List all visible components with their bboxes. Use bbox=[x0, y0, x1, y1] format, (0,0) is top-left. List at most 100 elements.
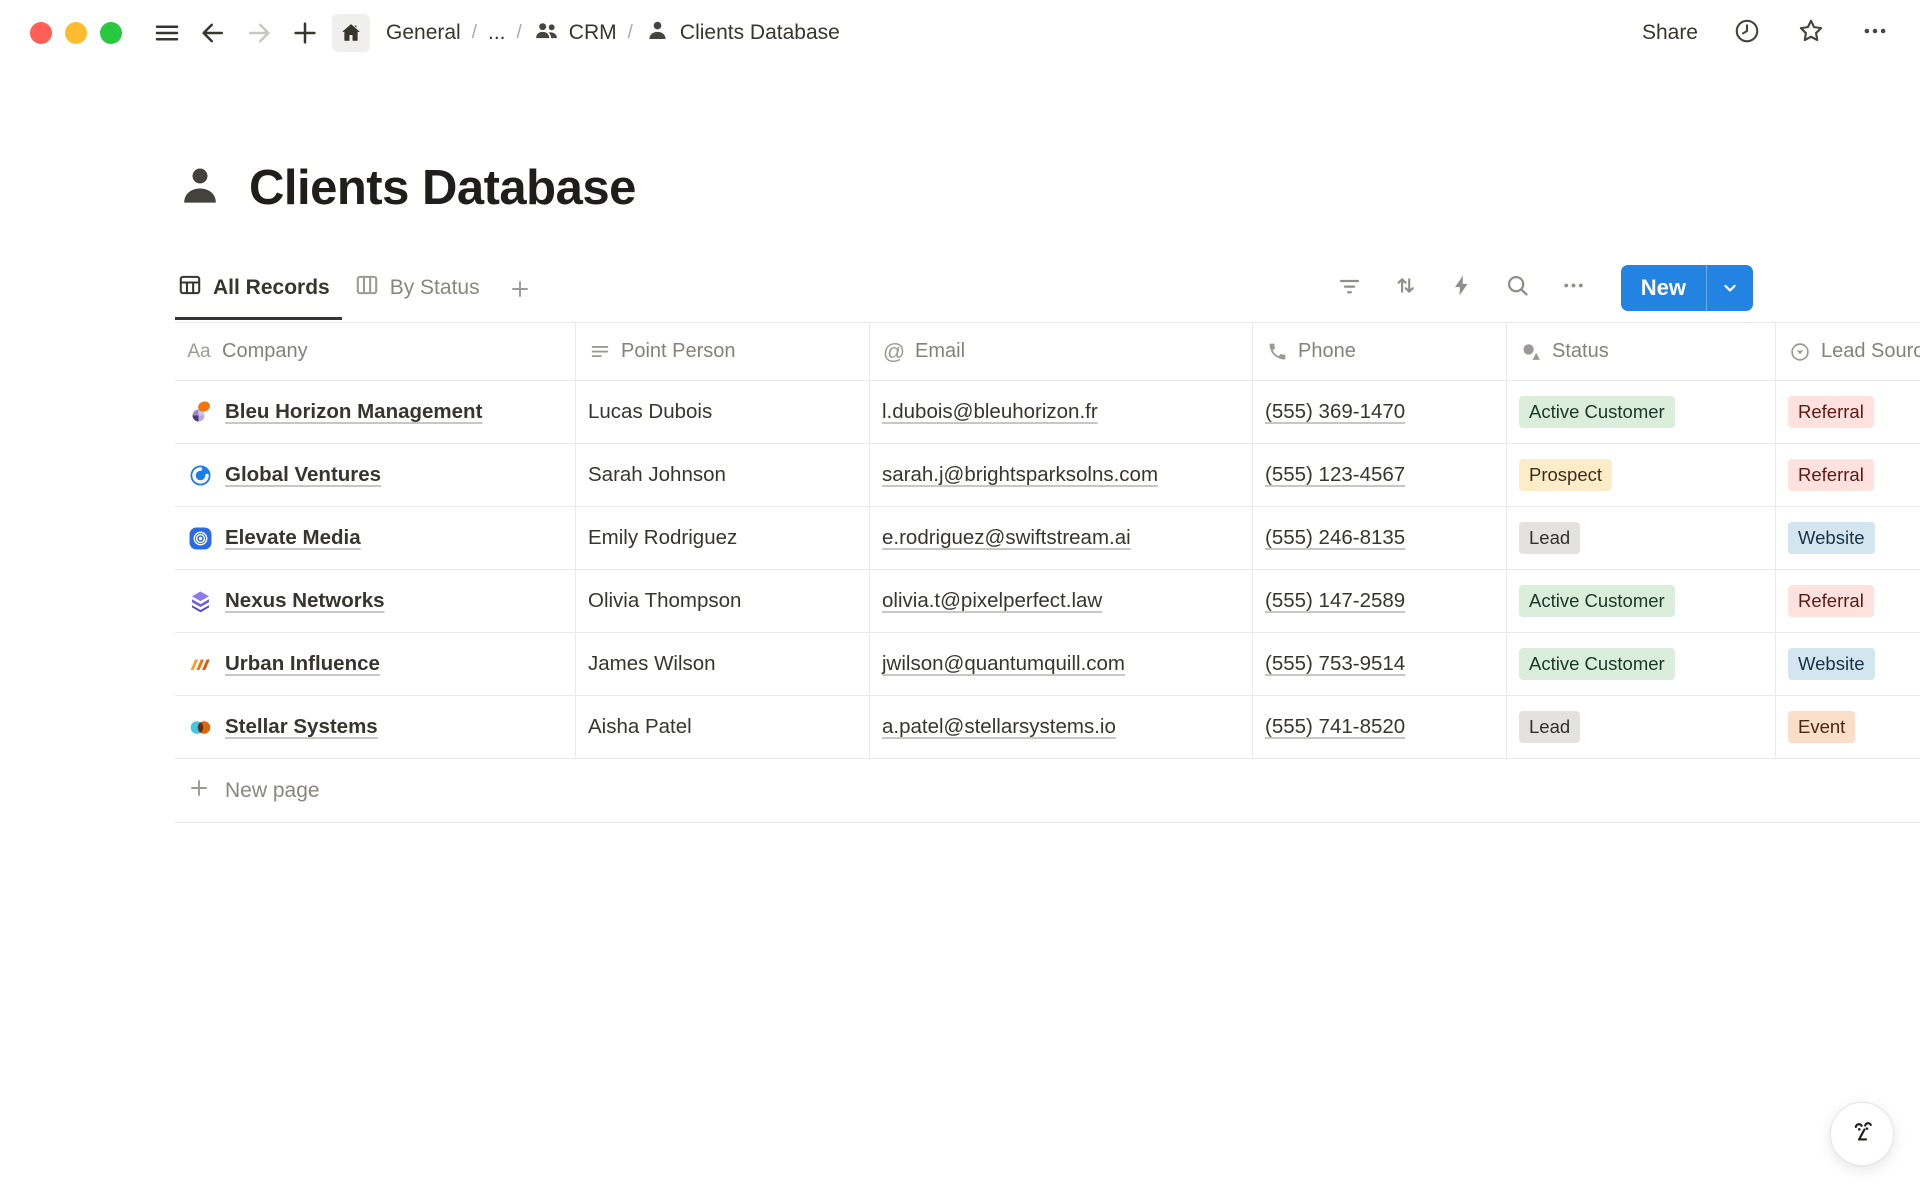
column-header-lead-source[interactable]: Lead Source bbox=[1776, 323, 1920, 380]
sort-button[interactable] bbox=[1389, 271, 1423, 305]
breadcrumb-item-collapsed[interactable]: ... bbox=[488, 21, 506, 45]
cell-status[interactable]: Prospect bbox=[1507, 444, 1776, 506]
breadcrumb-separator: / bbox=[517, 22, 522, 44]
new-record-button[interactable]: New bbox=[1621, 265, 1706, 311]
cell-status[interactable]: Active Customer bbox=[1507, 633, 1776, 695]
column-header-email[interactable]: @ Email bbox=[870, 323, 1253, 380]
nav-back-button[interactable] bbox=[194, 14, 232, 52]
column-header-company[interactable]: Aa Company bbox=[175, 323, 576, 380]
status-badge: Prospect bbox=[1519, 459, 1612, 490]
cell-lead-source[interactable]: Referral bbox=[1776, 381, 1920, 443]
tab-all-records[interactable]: All Records bbox=[175, 264, 342, 320]
cell-company[interactable]: Nexus Networks bbox=[175, 570, 576, 632]
cell-email[interactable]: e.rodriguez@swiftstream.ai bbox=[870, 507, 1253, 569]
cell-point-person[interactable]: James Wilson bbox=[576, 633, 870, 695]
favorite-star-button[interactable] bbox=[1796, 16, 1826, 51]
cell-point-person[interactable]: Lucas Dubois bbox=[576, 381, 870, 443]
page-icon-person[interactable] bbox=[175, 161, 225, 216]
column-label: Point Person bbox=[621, 340, 736, 363]
page-title[interactable]: Clients Database bbox=[249, 160, 636, 216]
automation-button[interactable] bbox=[1445, 271, 1479, 305]
email-value: e.rodriguez@swiftstream.ai bbox=[882, 526, 1131, 550]
more-options-button[interactable] bbox=[1860, 16, 1890, 51]
cell-point-person[interactable]: Olivia Thompson bbox=[576, 570, 870, 632]
cell-email[interactable]: l.dubois@bleuhorizon.fr bbox=[870, 381, 1253, 443]
cell-company[interactable]: Bleu Horizon Management bbox=[175, 381, 576, 443]
automation-icon bbox=[1448, 272, 1475, 304]
cell-point-person[interactable]: Emily Rodriguez bbox=[576, 507, 870, 569]
cell-phone[interactable]: (555) 369-1470 bbox=[1253, 381, 1507, 443]
cell-status[interactable]: Lead bbox=[1507, 507, 1776, 569]
ellipsis-icon bbox=[1860, 16, 1890, 46]
new-record-dropdown-button[interactable] bbox=[1706, 265, 1753, 311]
cell-company[interactable]: Urban Influence bbox=[175, 633, 576, 695]
star-icon bbox=[1796, 16, 1826, 46]
breadcrumb-separator: / bbox=[628, 22, 633, 44]
breadcrumb-label: ... bbox=[488, 21, 506, 45]
status-badge: Active Customer bbox=[1519, 648, 1675, 679]
cell-company[interactable]: Stellar Systems bbox=[175, 696, 576, 758]
table-row[interactable]: Elevate Media Emily Rodriguez e.rodrigue… bbox=[175, 507, 1920, 570]
view-toolbar: New bbox=[1333, 265, 1753, 319]
cell-lead-source[interactable]: Event bbox=[1776, 696, 1920, 758]
phone-value: (555) 147-2589 bbox=[1265, 589, 1405, 613]
ai-face-icon bbox=[1844, 1114, 1880, 1155]
phone-value: (555) 741-8520 bbox=[1265, 715, 1405, 739]
cell-email[interactable]: a.patel@stellarsystems.io bbox=[870, 696, 1253, 758]
column-header-point-person[interactable]: Point Person bbox=[576, 323, 870, 380]
cell-lead-source[interactable]: Website bbox=[1776, 633, 1920, 695]
nav-forward-button[interactable] bbox=[240, 14, 278, 52]
search-button[interactable] bbox=[1501, 271, 1535, 305]
status-badge: Active Customer bbox=[1519, 585, 1675, 616]
cell-status[interactable]: Active Customer bbox=[1507, 381, 1776, 443]
minimize-button[interactable] bbox=[65, 22, 87, 44]
cell-company[interactable]: Elevate Media bbox=[175, 507, 576, 569]
cell-point-person[interactable]: Aisha Patel bbox=[576, 696, 870, 758]
table-row[interactable]: Global Ventures Sarah Johnson sarah.j@br… bbox=[175, 444, 1920, 507]
zoom-button[interactable] bbox=[100, 22, 122, 44]
notion-ai-face-button[interactable] bbox=[1830, 1102, 1894, 1166]
cell-phone[interactable]: (555) 741-8520 bbox=[1253, 696, 1507, 758]
cell-lead-source[interactable]: Website bbox=[1776, 507, 1920, 569]
column-header-status[interactable]: Status bbox=[1507, 323, 1776, 380]
table-row[interactable]: Nexus Networks Olivia Thompson olivia.t@… bbox=[175, 570, 1920, 633]
new-page-row[interactable]: New page bbox=[175, 759, 1920, 823]
table-row[interactable]: Bleu Horizon Management Lucas Dubois l.d… bbox=[175, 381, 1920, 444]
cell-email[interactable]: jwilson@quantumquill.com bbox=[870, 633, 1253, 695]
status-property-icon bbox=[1519, 341, 1543, 363]
close-button[interactable] bbox=[30, 22, 52, 44]
table-view-icon bbox=[177, 272, 203, 304]
add-view-button[interactable] bbox=[502, 277, 542, 320]
cell-lead-source[interactable]: Referral bbox=[1776, 570, 1920, 632]
cell-email[interactable]: sarah.j@brightsparksolns.com bbox=[870, 444, 1253, 506]
breadcrumb-item-general[interactable]: General bbox=[386, 21, 461, 45]
table-row[interactable]: Stellar Systems Aisha Patel a.patel@stel… bbox=[175, 696, 1920, 759]
column-header-phone[interactable]: Status Phone bbox=[1253, 323, 1507, 380]
history-clock-button[interactable] bbox=[1732, 16, 1762, 51]
cell-point-person[interactable]: Sarah Johnson bbox=[576, 444, 870, 506]
new-tab-button[interactable] bbox=[286, 14, 324, 52]
elevate-media-logo bbox=[187, 525, 214, 552]
cell-status[interactable]: Active Customer bbox=[1507, 570, 1776, 632]
sidebar-menu-button[interactable] bbox=[148, 14, 186, 52]
more-button[interactable] bbox=[1557, 271, 1591, 305]
cell-lead-source[interactable]: Referral bbox=[1776, 444, 1920, 506]
plus-icon bbox=[290, 18, 320, 48]
home-button[interactable] bbox=[332, 14, 370, 52]
filter-button[interactable] bbox=[1333, 271, 1367, 305]
cell-status[interactable]: Lead bbox=[1507, 696, 1776, 758]
share-button[interactable]: Share bbox=[1642, 21, 1698, 45]
clients-table: Aa Company Point Person @ Email Status P… bbox=[175, 322, 1920, 823]
cell-company[interactable]: Global Ventures bbox=[175, 444, 576, 506]
cell-phone[interactable]: (555) 123-4567 bbox=[1253, 444, 1507, 506]
arrow-right-icon bbox=[244, 18, 274, 48]
breadcrumb-item-clients-database[interactable]: Clients Database bbox=[644, 17, 840, 50]
table-row[interactable]: Urban Influence James Wilson jwilson@qua… bbox=[175, 633, 1920, 696]
cell-phone[interactable]: (555) 246-8135 bbox=[1253, 507, 1507, 569]
cell-email[interactable]: olivia.t@pixelperfect.law bbox=[870, 570, 1253, 632]
lead-source-badge: Website bbox=[1788, 648, 1875, 679]
cell-phone[interactable]: (555) 753-9514 bbox=[1253, 633, 1507, 695]
cell-phone[interactable]: (555) 147-2589 bbox=[1253, 570, 1507, 632]
tab-by-status[interactable]: By Status bbox=[352, 264, 492, 320]
breadcrumb-item-crm[interactable]: CRM bbox=[533, 17, 617, 50]
